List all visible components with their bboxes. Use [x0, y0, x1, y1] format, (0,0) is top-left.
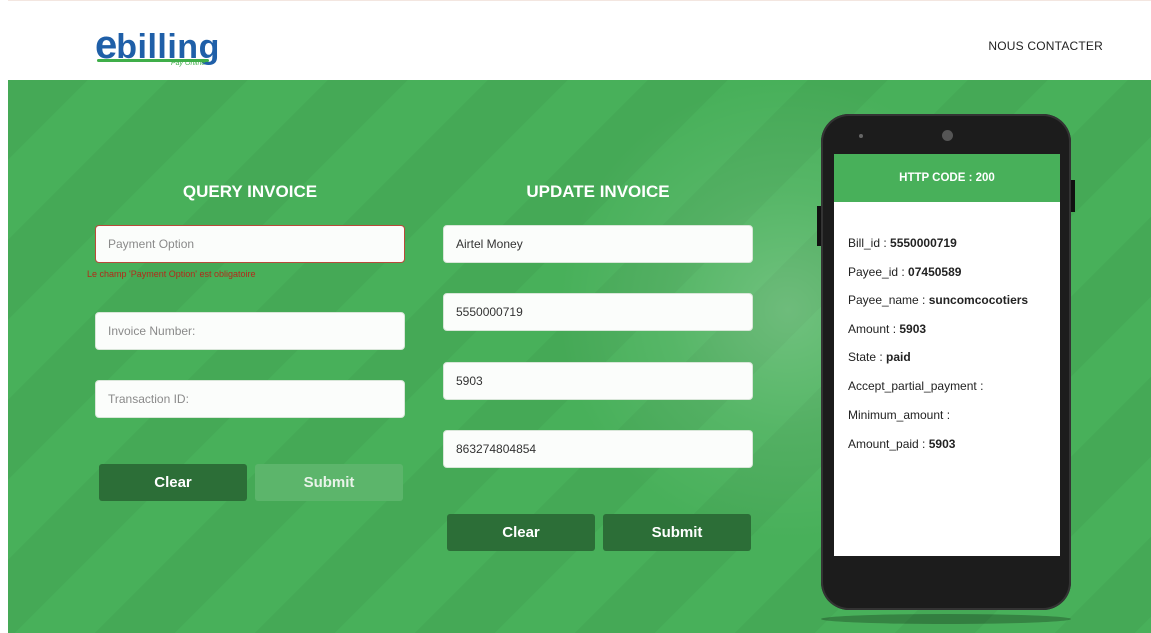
phone-volume-button	[817, 206, 821, 246]
update-submit-button[interactable]: Submit	[603, 514, 751, 551]
phone-shadow	[821, 614, 1071, 624]
phone-power-button	[1071, 180, 1075, 212]
payment-option-error: Le champ 'Payment Option' est obligatoir…	[87, 269, 256, 279]
update-payment-option-input[interactable]: Airtel Money	[443, 225, 753, 263]
response-accept-partial: Accept_partial_payment :	[848, 379, 984, 393]
response-bill-id: Bill_id : 5550000719	[848, 236, 957, 250]
ebilling-logo[interactable]: ebilling Pay Online	[95, 23, 220, 67]
phone-sensor	[859, 134, 863, 138]
response-minimum-amount: Minimum_amount :	[848, 408, 951, 422]
update-amount-input[interactable]: 5903	[443, 362, 753, 400]
payment-option-input[interactable]: Payment Option	[95, 225, 405, 263]
http-code-banner: HTTP CODE : 200	[834, 154, 1060, 202]
transaction-id-input[interactable]: Transaction ID:	[95, 380, 405, 418]
update-clear-button[interactable]: Clear	[447, 514, 595, 551]
phone-mockup: HTTP CODE : 200 Bill_id : 5550000719 Pay…	[817, 114, 1075, 624]
response-state: State : paid	[848, 350, 911, 364]
invoice-number-input[interactable]: Invoice Number:	[95, 312, 405, 350]
hero-section: QUERY INVOICE Payment Option Le champ 'P…	[8, 80, 1151, 633]
update-invoice-title: UPDATE INVOICE	[526, 182, 670, 201]
response-amount: Amount : 5903	[848, 322, 927, 336]
response-payee-id: Payee_id : 07450589	[848, 265, 962, 279]
logo-tagline: Pay Online	[171, 60, 206, 67]
top-navbar: ebilling Pay Online NOUS CONTACTER	[8, 0, 1151, 81]
query-clear-button[interactable]: Clear	[99, 464, 247, 501]
response-payee-name: Payee_name : suncomcocotiers	[848, 293, 1029, 307]
query-invoice-title: QUERY INVOICE	[182, 182, 318, 201]
contact-link[interactable]: NOUS CONTACTER	[988, 39, 1103, 53]
phone-screen: HTTP CODE : 200 Bill_id : 5550000719 Pay…	[834, 154, 1060, 556]
query-submit-button[interactable]: Submit	[255, 464, 403, 501]
update-transaction-input[interactable]: 863274804854	[443, 430, 753, 468]
phone-camera	[942, 130, 953, 141]
response-amount-paid: Amount_paid : 5903	[848, 437, 956, 451]
update-invoice-number-input[interactable]: 5550000719	[443, 293, 753, 331]
